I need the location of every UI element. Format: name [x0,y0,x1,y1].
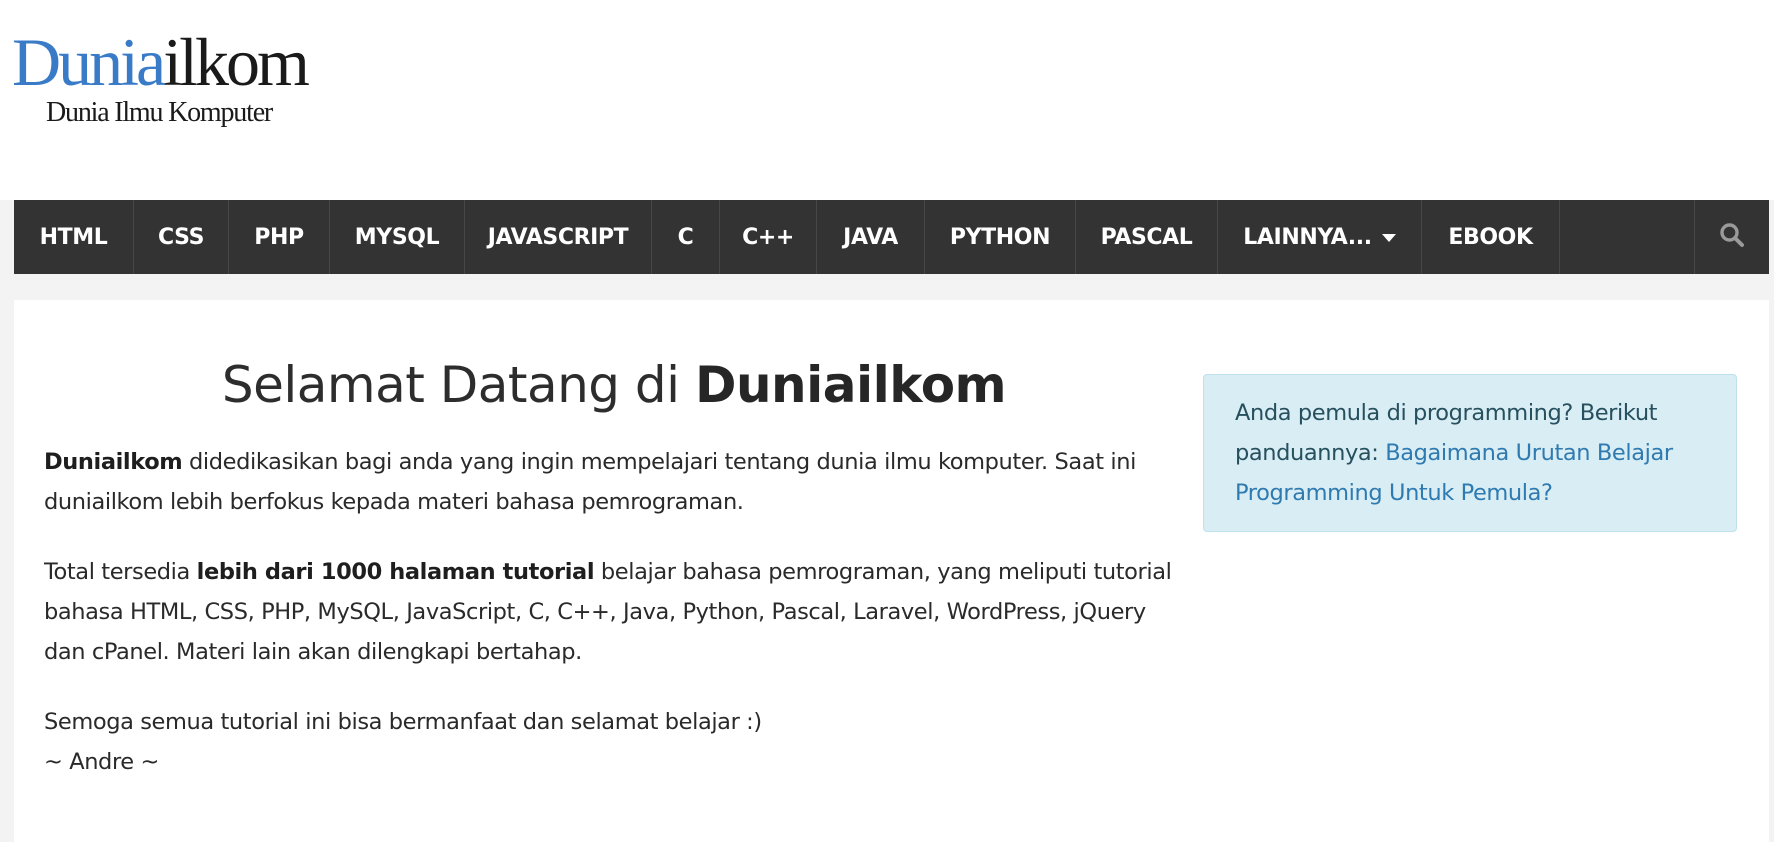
nav-item-c[interactable]: C [652,200,720,274]
nav-item-php[interactable]: PHP [229,200,330,274]
nav-item-javascript[interactable]: JAVASCRIPT [465,200,652,274]
nav-item-cpp[interactable]: C++ [720,200,817,274]
main-content: Selamat Datang di Duniailkom Duniailkom … [14,300,1769,842]
logo-tagline: Dunia Ilmu Komputer [46,97,273,128]
intro-brand: Duniailkom [44,449,183,475]
nav-item-mysql[interactable]: MYSQL [330,200,465,274]
site-logo[interactable]: Duniailkom Dunia Ilmu Komputer [12,24,332,139]
search-icon [1719,222,1745,252]
nav-item-label: MYSQL [354,224,440,250]
nav-item-html[interactable]: HTML [14,200,134,274]
beginner-callout: Anda pemula di programming? Berikut pand… [1203,374,1737,532]
summary-text-before: Total tersedia [44,559,197,585]
logo-wordmark-dark: ilkom [163,24,310,100]
search-button[interactable] [1694,200,1769,274]
tutorial-summary-paragraph: Total tersedia lebih dari 1000 halaman t… [44,552,1174,672]
nav-item-python[interactable]: PYTHON [925,200,1076,274]
nav-item-label: JAVASCRIPT [487,224,629,250]
nav-item-ebook[interactable]: EBOOK [1422,200,1560,274]
nav-item-label: PASCAL [1100,224,1193,250]
page-title-brand: Duniailkom [694,356,1007,414]
page-title: Selamat Datang di Duniailkom [44,350,1184,420]
nav-item-lainnya[interactable]: LAINNYA... [1218,200,1422,274]
caret-down-icon [1381,234,1396,242]
site-header: Duniailkom Dunia Ilmu Komputer [0,0,1774,200]
intro-paragraph: Duniailkom didedikasikan bagi anda yang … [44,442,1174,522]
nav-item-label: PYTHON [949,224,1051,250]
author-signature: ~ Andre ~ [44,749,159,775]
closing-paragraph: Semoga semua tutorial ini bisa bermanfaa… [44,709,762,735]
nav-item-label: PHP [254,224,304,250]
nav-item-label: JAVA [843,224,898,250]
nav-item-label: C [677,224,694,250]
summary-highlight: lebih dari 1000 halaman tutorial [196,559,595,585]
nav-item-css[interactable]: CSS [134,200,229,274]
intro-text: didedikasikan bagi anda yang ingin mempe… [44,449,1136,515]
nav-item-label: LAINNYA... [1243,224,1372,250]
nav-item-label: HTML [39,224,108,250]
logo-wordmark: Duniailkom [12,24,310,100]
logo-wordmark-blue: Dunia [12,24,166,100]
nav-item-label: EBOOK [1448,224,1533,250]
nav-item-label: C++ [742,224,794,250]
nav-item-label: CSS [157,224,205,250]
nav-item-java[interactable]: JAVA [817,200,925,274]
main-navigation: HTML CSS PHP MYSQL JAVASCRIPT C C++ JAVA… [14,200,1769,274]
nav-item-pascal[interactable]: PASCAL [1076,200,1218,274]
page-title-prefix: Selamat Datang di [221,356,695,414]
